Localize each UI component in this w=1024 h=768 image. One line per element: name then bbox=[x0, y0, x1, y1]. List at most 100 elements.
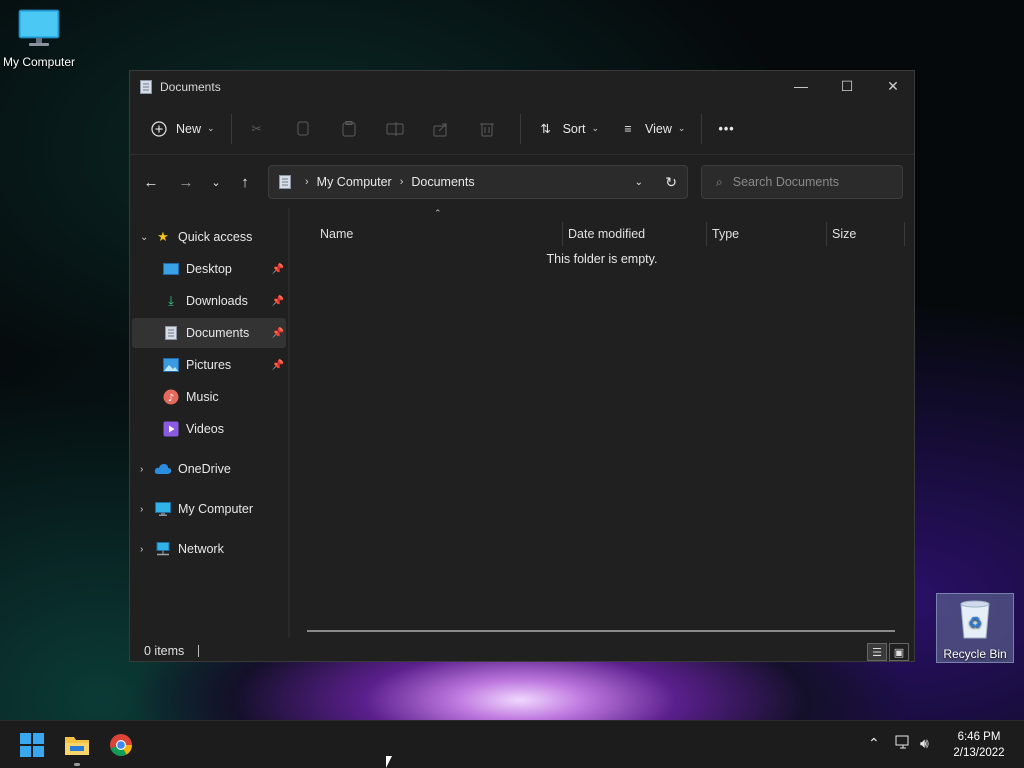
pin-icon: 📌 bbox=[271, 263, 284, 275]
clock[interactable]: 6:46 PM 2/13/2022 bbox=[944, 729, 1014, 761]
document-icon bbox=[279, 175, 291, 189]
pin-icon: 📌 bbox=[271, 327, 284, 339]
column-divider[interactable] bbox=[904, 222, 905, 246]
chevron-right-icon[interactable]: › bbox=[140, 504, 154, 515]
monitor-icon bbox=[154, 500, 172, 518]
cut-button[interactable]: ✂ bbox=[238, 111, 284, 147]
toolbar-divider bbox=[701, 113, 703, 144]
chevron-down-icon: ⌄ bbox=[591, 123, 600, 133]
sidebar-item-my-computer[interactable]: › My Computer bbox=[132, 494, 286, 524]
column-header-date-modified[interactable]: Date modified bbox=[568, 222, 645, 246]
chevron-down-icon: ⌄ bbox=[207, 123, 215, 133]
forward-button[interactable]: → bbox=[173, 169, 199, 195]
taskbar: ⌃ 🔊︎ 6:46 PM 2/13/2022 bbox=[0, 720, 1024, 768]
active-app-indicator bbox=[74, 763, 80, 766]
pin-icon: 📌 bbox=[271, 295, 284, 307]
new-button[interactable]: New ⌄ bbox=[140, 111, 225, 147]
chevron-down-icon[interactable]: ⌄ bbox=[635, 177, 643, 188]
breadcrumb-separator-icon: › bbox=[305, 176, 309, 188]
desktop-icon-label: My Computer bbox=[2, 55, 76, 69]
refresh-icon[interactable]: ↻ bbox=[665, 174, 677, 191]
column-header-name[interactable]: Name bbox=[320, 222, 353, 246]
maximize-button[interactable]: ☐ bbox=[824, 71, 870, 101]
sidebar-item-label: Pictures bbox=[186, 358, 232, 372]
monitor-icon bbox=[18, 9, 60, 46]
volume-icon[interactable]: 🔊︎ bbox=[920, 735, 929, 752]
column-divider[interactable] bbox=[706, 222, 707, 246]
taskbar-chrome[interactable] bbox=[104, 729, 138, 761]
new-label: New bbox=[176, 121, 202, 136]
sidebar-item-documents[interactable]: Documents 📌 bbox=[132, 318, 286, 348]
desktop-folder-icon bbox=[162, 260, 180, 278]
view-button[interactable]: ≡ View ⌄ bbox=[609, 111, 695, 147]
large-icons-view-icon: ▣ bbox=[893, 646, 905, 659]
pin-icon: 📌 bbox=[271, 359, 284, 371]
delete-button[interactable] bbox=[468, 111, 514, 147]
taskbar-file-explorer[interactable] bbox=[60, 729, 94, 766]
minimize-icon: — bbox=[794, 78, 808, 94]
sidebar-item-label: My Computer bbox=[178, 502, 254, 516]
sidebar-item-label: Downloads bbox=[186, 294, 248, 308]
document-icon bbox=[140, 80, 152, 94]
sidebar-item-downloads[interactable]: ⤓ Downloads 📌 bbox=[132, 286, 286, 316]
more-icon: ••• bbox=[718, 121, 735, 136]
cloud-icon bbox=[154, 460, 172, 478]
search-box[interactable]: ⌕ bbox=[701, 165, 903, 199]
sidebar-item-quick-access[interactable]: ⌄ ★ Quick access bbox=[132, 222, 286, 252]
sidebar-item-label: Videos bbox=[186, 422, 224, 436]
back-button[interactable]: ← bbox=[138, 169, 164, 195]
rename-button[interactable] bbox=[376, 111, 422, 147]
column-header-size[interactable]: Size bbox=[832, 222, 856, 246]
sidebar-item-desktop[interactable]: Desktop 📌 bbox=[132, 254, 286, 284]
toolbar-divider bbox=[230, 113, 232, 144]
details-view-icon: ☰ bbox=[872, 646, 882, 659]
paste-button[interactable] bbox=[330, 111, 376, 147]
up-button[interactable]: ↑ bbox=[232, 169, 258, 195]
show-hidden-icons-button[interactable]: ⌃ bbox=[868, 735, 880, 752]
large-icons-view-button[interactable]: ▣ bbox=[889, 643, 909, 661]
breadcrumb-documents[interactable]: Documents bbox=[411, 175, 474, 189]
start-button[interactable] bbox=[15, 729, 49, 761]
paste-icon bbox=[340, 120, 358, 138]
column-header-label: Date modified bbox=[568, 227, 646, 241]
sort-icon: ⇅ bbox=[540, 122, 551, 136]
copy-button[interactable] bbox=[284, 111, 330, 147]
sidebar-item-onedrive[interactable]: › OneDrive bbox=[132, 454, 286, 484]
column-divider[interactable] bbox=[826, 222, 827, 246]
toolbar-divider bbox=[519, 113, 521, 144]
status-bar: 0 items ☰ ▣ bbox=[130, 639, 914, 663]
share-button[interactable] bbox=[422, 111, 468, 147]
maximize-icon: ☐ bbox=[840, 77, 854, 94]
star-icon: ★ bbox=[157, 229, 169, 244]
sort-button[interactable]: ⇅ Sort ⌄ bbox=[527, 111, 609, 147]
chevron-down-icon[interactable]: ⌄ bbox=[140, 232, 154, 243]
minimize-button[interactable]: — bbox=[778, 71, 824, 101]
network-status-icon[interactable] bbox=[895, 735, 911, 752]
sidebar-item-videos[interactable]: Videos bbox=[132, 414, 286, 444]
search-icon: ⌕ bbox=[716, 174, 723, 189]
chevron-right-icon[interactable]: › bbox=[140, 464, 154, 475]
status-divider bbox=[198, 645, 200, 657]
sidebar-item-label: Music bbox=[186, 390, 219, 404]
pane-splitter[interactable] bbox=[288, 208, 290, 638]
recent-locations-button[interactable]: ⌄ bbox=[203, 169, 229, 195]
search-input[interactable] bbox=[732, 175, 883, 189]
desktop-icon-my-computer[interactable]: My Computer bbox=[0, 8, 78, 69]
close-button[interactable]: ✕ bbox=[870, 71, 916, 101]
sidebar-item-label: Desktop bbox=[186, 262, 232, 276]
sidebar-item-music[interactable]: ♪ Music bbox=[132, 382, 286, 412]
address-bar[interactable]: › My Computer › Documents ⌄ ↻ bbox=[268, 165, 688, 199]
svg-text:♪: ♪ bbox=[168, 393, 174, 404]
details-view-button[interactable]: ☰ bbox=[867, 643, 887, 661]
column-divider[interactable] bbox=[562, 222, 563, 246]
column-header-type[interactable]: Type bbox=[712, 222, 739, 246]
breadcrumb-my-computer[interactable]: My Computer bbox=[317, 175, 392, 189]
horizontal-scrollbar[interactable] bbox=[307, 630, 895, 632]
file-explorer-window: Documents — ☐ ✕ New ⌄ ✂ ⇅ Sort ⌄ ≡ View … bbox=[129, 70, 915, 662]
view-label: View bbox=[645, 121, 672, 136]
desktop-icon-recycle-bin[interactable]: ♻ Recycle Bin bbox=[936, 593, 1014, 663]
more-options-button[interactable]: ••• bbox=[708, 111, 744, 147]
sidebar-item-pictures[interactable]: Pictures 📌 bbox=[132, 350, 286, 380]
chevron-right-icon[interactable]: › bbox=[140, 544, 154, 555]
sidebar-item-network[interactable]: › Network bbox=[132, 534, 286, 564]
